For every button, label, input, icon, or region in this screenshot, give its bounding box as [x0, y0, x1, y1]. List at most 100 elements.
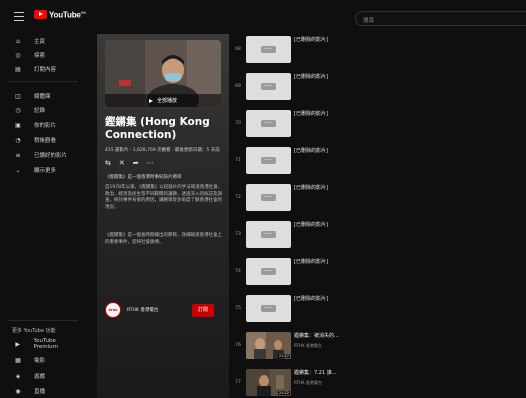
video-index: 76	[235, 343, 241, 348]
video-title[interactable]: 鏗鏘集：7.21 誰...	[294, 369, 337, 376]
sidebar-item-gaming[interactable]: ◈ 遊戲	[0, 369, 80, 383]
sidebar-item-show-more[interactable]: ⌄ 顯示更多	[0, 163, 80, 177]
video-thumbnail[interactable]: •••	[246, 184, 291, 211]
deleted-video-icon: •••	[261, 305, 276, 312]
movies-icon: ▦	[15, 356, 21, 364]
video-title[interactable]: [已刪除的影片]	[294, 110, 328, 117]
sidebar-item-label: 主頁	[34, 39, 46, 45]
video-index: 77	[235, 380, 241, 385]
live-icon: ◉	[15, 387, 21, 395]
explore-icon: ◎	[15, 51, 21, 59]
video-index: 73	[235, 232, 241, 237]
video-channel[interactable]: RTHK 香港電台	[294, 380, 322, 386]
sidebar-item-movies[interactable]: ▦ 電影	[0, 353, 80, 367]
deleted-video-icon: •••	[261, 231, 276, 238]
sidebar-item-label: 探索	[34, 53, 46, 59]
sidebar-item-your-videos[interactable]: ▣ 你的影片	[0, 118, 80, 132]
sidebar-item-explore[interactable]: ◎ 探索	[0, 48, 80, 62]
list-item[interactable]: 73 ••• [已刪除的影片]	[232, 219, 526, 256]
list-item[interactable]: 71 ••• [已刪除的影片]	[232, 145, 526, 182]
video-index: 69	[235, 84, 241, 89]
playlist-description: 自1978年以來，《鏗鏘集》以紀錄片的手法報道香港社會、政治、經濟及民生等不同範…	[105, 185, 223, 210]
deleted-video-icon: •••	[261, 157, 276, 164]
video-index: 70	[235, 121, 241, 126]
video-title[interactable]: [已刪除的影片]	[294, 295, 328, 302]
sidebar-item-library[interactable]: ◫ 媒體庫	[0, 89, 80, 103]
subscribe-button[interactable]: 訂閱	[192, 304, 214, 317]
video-thumbnail[interactable]: 21:27	[246, 332, 291, 359]
sidebar: ⌂ 主頁 ◎ 探索 ▤ 訂閱內容 ◫ 媒體庫 ◷ 記錄 ▣ 你的影片 ◔ 稍後觀…	[0, 34, 80, 398]
video-thumbnail[interactable]: 21:22	[246, 369, 291, 396]
sidebar-item-label: 訂閱內容	[34, 67, 57, 73]
top-bar: YouTubeHK 搜尋	[0, 0, 526, 34]
video-thumbnail[interactable]: •••	[246, 36, 291, 63]
video-thumbnail[interactable]: •••	[246, 258, 291, 285]
channel-name[interactable]: RTHK 香港電台	[127, 307, 158, 313]
play-all-button[interactable]: 全部播放	[105, 94, 221, 107]
list-item[interactable]: 74 ••• [已刪除的影片]	[232, 256, 526, 293]
more-options-icon[interactable]: ⋯	[147, 159, 154, 167]
video-title[interactable]: 鏗鏘集：被消失的...	[294, 332, 339, 339]
show-more-icon: ⌄	[15, 166, 21, 174]
youtube-logo[interactable]: YouTubeHK	[34, 10, 86, 20]
library-icon: ◫	[15, 92, 21, 100]
sidebar-item-premium[interactable]: ▶ YouTube Premium	[0, 337, 80, 351]
deleted-video-icon: •••	[261, 83, 276, 90]
deleted-video-icon: •••	[261, 268, 276, 275]
sidebar-item-label: 稍後觀看	[34, 138, 57, 144]
sidebar-item-history[interactable]: ◷ 記錄	[0, 103, 80, 117]
video-title[interactable]: [已刪除的影片]	[294, 147, 328, 154]
video-title[interactable]: [已刪除的影片]	[294, 221, 328, 228]
list-item[interactable]: 75 ••• [已刪除的影片]	[232, 293, 526, 330]
playlist-title: 鏗鏘集 (Hong Kong Connection)	[105, 116, 210, 141]
video-index: 68	[235, 47, 241, 52]
video-index: 74	[235, 269, 241, 274]
list-item[interactable]: 69 ••• [已刪除的影片]	[232, 71, 526, 108]
list-item[interactable]: 76 21:27 鏗鏘集：被消失的... RTHK 香港電台	[232, 330, 526, 367]
video-duration: 21:22	[277, 391, 290, 395]
video-channel[interactable]: RTHK 香港電台	[294, 343, 322, 349]
video-index: 75	[235, 306, 241, 311]
list-item[interactable]: 68 ••• [已刪除的影片]	[232, 34, 526, 71]
sidebar-item-watch-later[interactable]: ◔ 稍後觀看	[0, 133, 80, 147]
share-icon[interactable]: ➦	[133, 159, 139, 167]
logo-text: YouTubeHK	[49, 10, 87, 20]
search-input[interactable]: 搜尋	[355, 11, 526, 26]
video-duration: 21:27	[277, 354, 290, 358]
deleted-video-icon: •••	[261, 120, 276, 127]
channel-avatar[interactable]: RTHK	[105, 302, 121, 318]
gaming-icon: ◈	[15, 372, 21, 380]
video-index: 71	[235, 158, 241, 163]
deleted-video-icon: •••	[261, 194, 276, 201]
list-item[interactable]: 77 21:22 鏗鏘集：7.21 誰... RTHK 香港電台	[232, 367, 526, 398]
shuffle-icon[interactable]: ⇆	[105, 159, 111, 167]
sidebar-item-live[interactable]: ◉ 直播	[0, 384, 80, 398]
remove-icon[interactable]: ✕	[119, 159, 125, 167]
video-thumbnail[interactable]: •••	[246, 221, 291, 248]
video-thumbnail[interactable]: •••	[246, 110, 291, 137]
video-title[interactable]: [已刪除的影片]	[294, 36, 328, 43]
sidebar-item-liked-videos[interactable]: ≡ 已讚好的影片	[0, 148, 80, 162]
video-title[interactable]: [已刪除的影片]	[294, 258, 328, 265]
playlist-description-heading: 《鏗鏘集》是一個香港時事紀錄片節目	[105, 175, 182, 180]
video-title[interactable]: [已刪除的影片]	[294, 73, 328, 80]
watch-later-icon: ◔	[15, 136, 21, 144]
sidebar-divider	[8, 81, 78, 82]
video-thumbnail[interactable]: •••	[246, 73, 291, 100]
playlist-thumbnail[interactable]: 全部播放	[105, 40, 221, 107]
liked-icon: ≡	[15, 151, 21, 159]
menu-icon[interactable]	[14, 12, 24, 21]
video-title[interactable]: [已刪除的影片]	[294, 184, 328, 191]
list-item[interactable]: 72 ••• [已刪除的影片]	[232, 182, 526, 219]
list-item[interactable]: 70 ••• [已刪除的影片]	[232, 108, 526, 145]
play-all-label: 全部播放	[156, 98, 177, 104]
sidebar-item-label: YouTube Premium	[33, 338, 58, 350]
playlist-actions: ⇆ ✕ ➦ ⋯	[105, 159, 154, 167]
deleted-video-icon: •••	[261, 46, 276, 53]
video-thumbnail[interactable]: •••	[246, 147, 291, 174]
sidebar-item-subscriptions[interactable]: ▤ 訂閱內容	[0, 62, 80, 76]
subscriptions-icon: ▤	[15, 65, 21, 73]
video-thumbnail[interactable]: •••	[246, 295, 291, 322]
sidebar-item-home[interactable]: ⌂ 主頁	[0, 34, 80, 48]
sidebar-item-label: 你的影片	[34, 123, 57, 129]
